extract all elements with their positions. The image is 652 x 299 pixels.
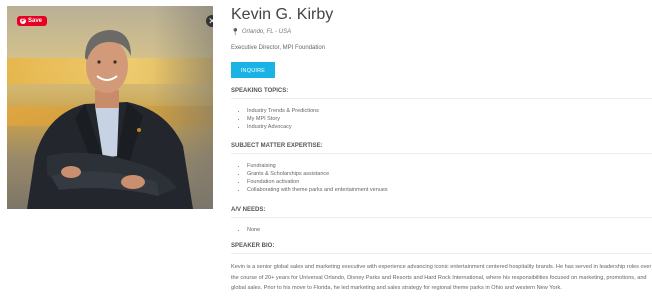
list-item: Fundraising — [247, 162, 388, 170]
speaker-bio-title: SPEAKER BIO: — [231, 243, 275, 249]
speaker-figure — [27, 30, 193, 209]
list-item: Industry Trends & Predictions — [247, 107, 319, 115]
divider — [231, 153, 652, 154]
location-text: Orlando, FL - USA — [241, 29, 292, 35]
list-item: None — [247, 226, 260, 234]
speaker-location: 📍︎ Orlando, FL - USA — [231, 28, 291, 36]
speaker-role: Executive Director, MPI Foundation — [231, 45, 326, 51]
save-label: Save — [28, 18, 43, 24]
pinterest-icon: P — [20, 18, 26, 24]
divider — [231, 253, 652, 254]
list-item: Collaborating with theme parks and enter… — [247, 186, 388, 194]
pinterest-save-button[interactable]: P Save — [17, 16, 48, 26]
list-item: Grants & Scholarships assistance — [247, 170, 388, 178]
close-icon[interactable]: ✕ — [206, 15, 213, 27]
speaking-topics-list: Industry Trends & Predictions My MPI Sto… — [239, 107, 319, 131]
speaker-name: Kevin G. Kirby — [231, 6, 334, 23]
speaking-topics-title: SPEAKING TOPICS: — [231, 88, 289, 94]
list-item: My MPI Story — [247, 115, 319, 123]
list-item: Industry Advocacy — [247, 123, 319, 131]
speaker-bio-text: Kevin is a senior global sales and marke… — [231, 264, 652, 291]
expertise-title: SUBJECT MATTER EXPERTISE: — [231, 143, 323, 149]
av-needs-title: A/V NEEDS: — [231, 207, 266, 213]
speaker-photo: P Save ✕ — [7, 6, 213, 209]
map-marker-icon: 📍︎ — [231, 29, 240, 36]
list-item: Foundation activation — [247, 178, 388, 186]
expertise-list: Fundraising Grants & Scholarships assist… — [239, 162, 388, 194]
inquire-button[interactable]: INQUIRE — [231, 62, 275, 78]
av-needs-list: None — [239, 226, 260, 234]
divider — [231, 98, 652, 99]
divider — [231, 217, 652, 218]
